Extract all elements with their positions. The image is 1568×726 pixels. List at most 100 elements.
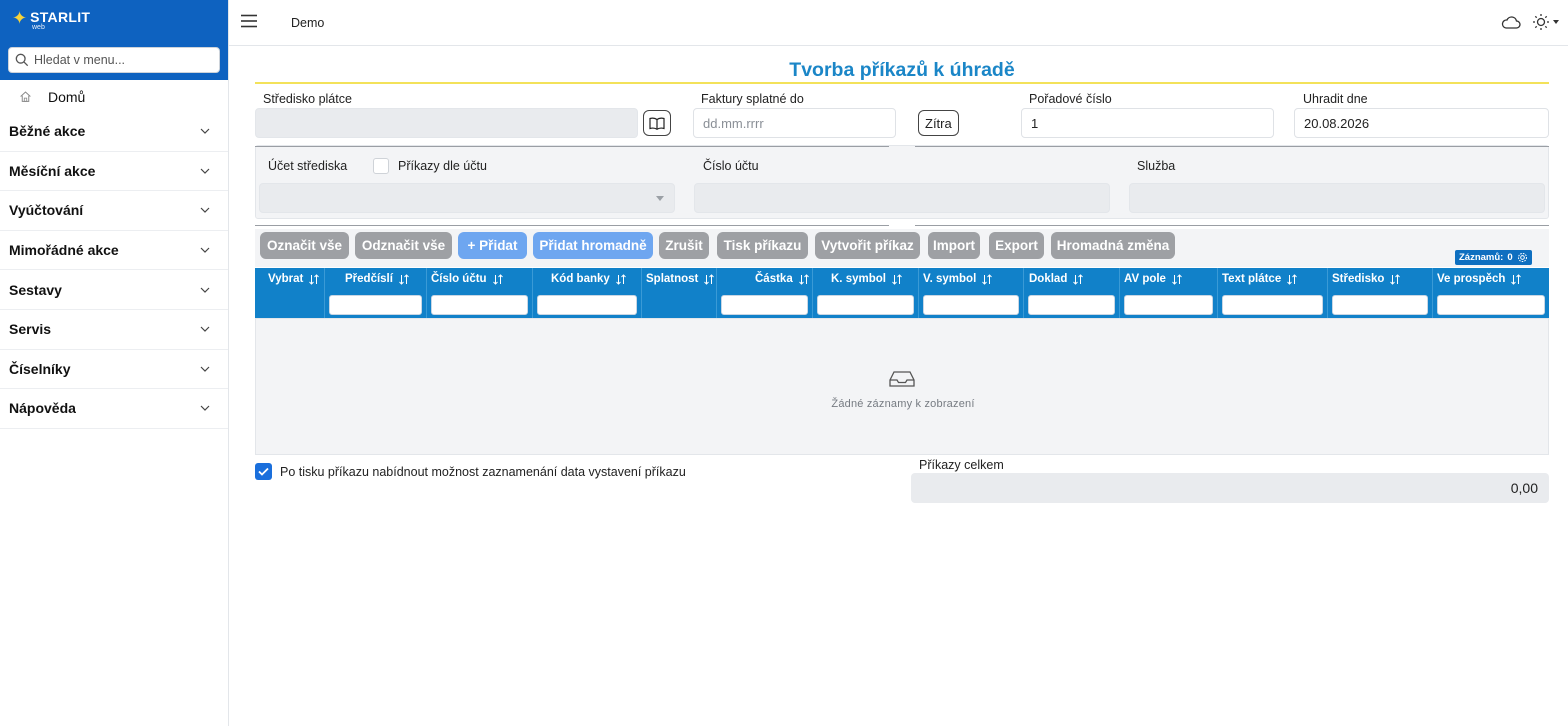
- home-icon: [20, 91, 31, 102]
- column-header[interactable]: Vybrat: [268, 273, 320, 285]
- sidebar-item-vyuctovani[interactable]: Vyúčtování: [0, 191, 228, 231]
- filter-input[interactable]: [721, 295, 808, 315]
- import-button[interactable]: Import: [928, 232, 980, 259]
- filter-input[interactable]: [1437, 295, 1545, 315]
- faktury-date-input[interactable]: dd.mm.rrrr: [693, 108, 896, 138]
- filter-input[interactable]: [1028, 295, 1115, 315]
- poradove-cislo-input[interactable]: 1: [1021, 108, 1274, 138]
- sidebar-item-label: Sestavy: [9, 281, 62, 298]
- records-count-badge[interactable]: Záznamů: 0: [1455, 250, 1532, 265]
- column-title: Vybrat: [268, 273, 304, 285]
- pridat-hromadne-button[interactable]: Přidat hromadně: [533, 232, 653, 259]
- brand-name: STARLIT: [30, 9, 91, 25]
- breadcrumb[interactable]: Demo: [291, 16, 324, 30]
- sidebar-item-mesicni-akce[interactable]: Měsíční akce: [0, 152, 228, 192]
- column-header[interactable]: Ve prospěch: [1437, 273, 1522, 285]
- column-predcisli[interactable]: Předčíslí: [324, 268, 426, 318]
- filter-input[interactable]: [923, 295, 1019, 315]
- filter-input[interactable]: [1222, 295, 1323, 315]
- column-splatnost[interactable]: Splatnost: [641, 268, 716, 318]
- column-header[interactable]: Předčíslí: [345, 273, 409, 285]
- menu-icon[interactable]: [241, 14, 257, 28]
- sort-icon: [982, 273, 993, 285]
- column-v-symbol[interactable]: V. symbol: [918, 268, 1023, 318]
- column-title: Ve prospěch: [1437, 273, 1506, 285]
- column-header[interactable]: Text plátce: [1222, 273, 1298, 285]
- sidebar-item-label: Domů: [48, 89, 86, 105]
- check-icon: [258, 467, 269, 476]
- prikazy-dle-uctu-checkbox[interactable]: [373, 158, 389, 174]
- records-count: 0: [1507, 252, 1513, 263]
- column-kod-banky[interactable]: Kód banky: [532, 268, 641, 318]
- cloud-icon[interactable]: [1501, 14, 1521, 30]
- filter-input[interactable]: [329, 295, 422, 315]
- filter-input[interactable]: [817, 295, 914, 315]
- brand-logo[interactable]: ✦ STARLIT web: [12, 9, 91, 31]
- sidebar-item-mimoradne-akce[interactable]: Mimořádné akce: [0, 231, 228, 271]
- column-cislo-uctu[interactable]: Číslo účtu: [426, 268, 532, 318]
- sun-icon[interactable]: [1532, 13, 1550, 31]
- zrusit-button[interactable]: Zrušit: [659, 232, 709, 259]
- vytvorit-prikaz-button[interactable]: Vytvořit příkaz: [815, 232, 920, 259]
- sidebar-header: ✦ STARLIT web: [0, 0, 228, 80]
- column-castka[interactable]: Částka: [716, 268, 812, 318]
- column-header[interactable]: Částka: [755, 273, 809, 285]
- sidebar-item-sestavy[interactable]: Sestavy: [0, 270, 228, 310]
- empty-state-text: Žádné záznamy k zobrazení: [831, 398, 975, 410]
- filter-input[interactable]: [1332, 295, 1428, 315]
- column-header[interactable]: K. symbol: [831, 273, 902, 285]
- filter-input[interactable]: [431, 295, 528, 315]
- column-title: AV pole: [1124, 273, 1166, 285]
- sidebar-item-ciselniky[interactable]: Číselníky: [0, 350, 228, 390]
- sort-icon: [1390, 273, 1401, 285]
- cislo-uctu-field[interactable]: [694, 183, 1110, 213]
- sidebar-item-bezne-akce[interactable]: Běžné akce: [0, 112, 228, 152]
- column-header[interactable]: Středisko: [1332, 273, 1401, 285]
- sidebar-item-napoveda[interactable]: Nápověda: [0, 389, 228, 429]
- column-vybrat[interactable]: Vybrat: [255, 268, 324, 318]
- column-stredisko[interactable]: Středisko: [1327, 268, 1432, 318]
- pridat-button[interactable]: + Přidat: [458, 232, 527, 259]
- stredisko-picker-button[interactable]: [643, 110, 671, 136]
- export-button[interactable]: Export: [989, 232, 1044, 259]
- column-header[interactable]: Kód banky: [551, 273, 626, 285]
- column-doklad[interactable]: Doklad: [1023, 268, 1119, 318]
- stredisko-field[interactable]: [255, 108, 638, 138]
- chevron-down-icon: [200, 247, 210, 253]
- select-arrow-icon: [656, 196, 664, 201]
- zitra-button[interactable]: Zítra: [918, 110, 959, 136]
- column-header[interactable]: Doklad: [1029, 273, 1084, 285]
- topbar: Demo: [229, 0, 1568, 46]
- sort-icon: [309, 273, 320, 285]
- column-ve-prospech[interactable]: Ve prospěch: [1432, 268, 1549, 318]
- column-header[interactable]: Číslo účtu: [431, 273, 503, 285]
- gear-icon: [1517, 252, 1527, 263]
- prikazy-dle-uctu-label: Příkazy dle účtu: [398, 159, 487, 173]
- column-title: V. symbol: [923, 273, 977, 285]
- column-av-pole[interactable]: AV pole: [1119, 268, 1217, 318]
- column-title: K. symbol: [831, 273, 886, 285]
- column-header[interactable]: AV pole: [1124, 273, 1182, 285]
- sluzba-field[interactable]: [1129, 183, 1545, 213]
- column-text-platce[interactable]: Text plátce: [1217, 268, 1327, 318]
- filter-input[interactable]: [537, 295, 637, 315]
- sidebar-item-servis[interactable]: Servis: [0, 310, 228, 350]
- column-header[interactable]: Splatnost: [646, 273, 715, 285]
- tisk-prikazu-button[interactable]: Tisk příkazu: [717, 232, 808, 259]
- column-k-symbol[interactable]: K. symbol: [812, 268, 918, 318]
- hromadna-zmena-button[interactable]: Hromadná změna: [1051, 232, 1175, 259]
- uhradit-date-input[interactable]: 20.08.2026: [1294, 108, 1549, 138]
- menu-search[interactable]: [8, 47, 220, 73]
- column-header[interactable]: V. symbol: [923, 273, 993, 285]
- ucet-panel: Účet střediska Příkazy dle účtu Číslo úč…: [255, 145, 1549, 219]
- filter-input[interactable]: [1124, 295, 1213, 315]
- ucet-strediska-select[interactable]: [259, 183, 675, 213]
- sidebar-item-home[interactable]: Domů: [0, 84, 228, 110]
- menu-search-input[interactable]: [34, 53, 214, 67]
- theme-dropdown-caret[interactable]: [1553, 20, 1559, 24]
- chevron-down-icon: [200, 168, 210, 174]
- print-option-checkbox[interactable]: [255, 463, 272, 480]
- oznacit-vse-button[interactable]: Označit vše: [260, 232, 349, 259]
- stredisko-label: Středisko plátce: [263, 92, 352, 106]
- odznacit-vse-button[interactable]: Odznačit vše: [355, 232, 452, 259]
